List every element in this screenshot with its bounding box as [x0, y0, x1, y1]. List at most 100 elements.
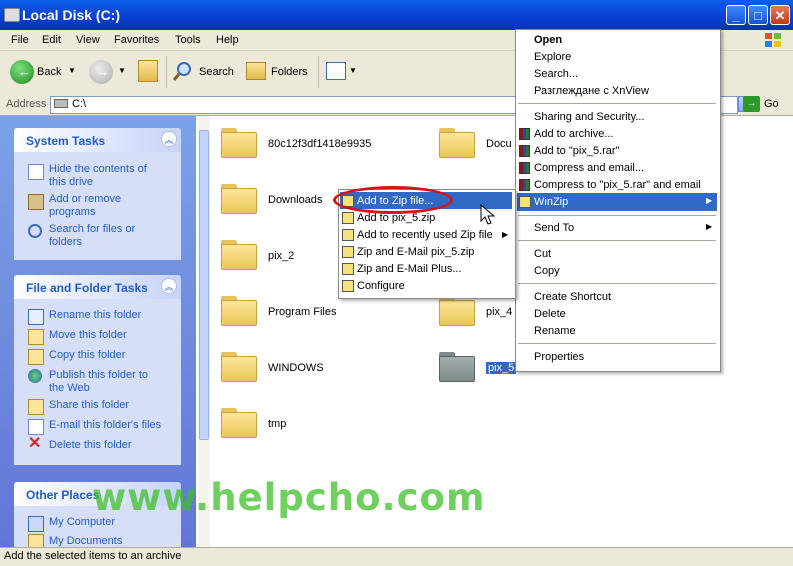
folder-icon[interactable] [221, 184, 257, 214]
address-label: Address [6, 98, 47, 110]
menu-separator [518, 343, 716, 344]
ctx-compress-email[interactable]: Compress and email... [534, 162, 644, 174]
collapse-icon[interactable]: ︽ [161, 131, 177, 147]
go-arrow-icon[interactable]: → [743, 96, 760, 112]
task-publish-folder[interactable]: Publish this folder to [49, 369, 148, 382]
search-icon[interactable] [172, 60, 194, 82]
task-publish-folder-cont[interactable]: the Web [49, 382, 90, 395]
views-dropdown-icon[interactable]: ▼ [349, 66, 357, 75]
move-icon [28, 329, 44, 345]
task-share-folder[interactable]: Share this folder [49, 399, 129, 412]
back-button[interactable]: Back [37, 66, 61, 78]
folder-icon[interactable] [221, 128, 257, 158]
toolbar-separator [318, 56, 319, 88]
task-move-folder[interactable]: Move this folder [49, 329, 127, 342]
folder-program-files[interactable]: Program Files [268, 306, 336, 318]
window-title: Local Disk (C:) [22, 7, 121, 23]
winzip-icon [342, 212, 354, 224]
sub-add-recent-zip[interactable]: Add to recently used Zip file [357, 229, 493, 241]
winrar-icon [519, 128, 530, 140]
task-hide-contents-cont[interactable]: this drive [49, 176, 93, 189]
menu-tools[interactable]: Tools [175, 34, 201, 46]
file-folder-tasks-header[interactable]: File and Folder Tasks ︽ [14, 275, 181, 299]
folder-icon[interactable] [221, 240, 257, 270]
folder-documents[interactable]: Docu [486, 138, 512, 150]
winzip-icon [342, 280, 354, 292]
task-hide-contents[interactable]: Hide the contents of [49, 163, 147, 176]
address-value: C:\ [72, 98, 87, 110]
ctx-send-to[interactable]: Send To [534, 222, 574, 234]
ctx-open[interactable]: Open [534, 34, 562, 46]
ctx-compress-rar-email[interactable]: Compress to "pix_5.rar" and email [534, 179, 701, 191]
collapse-icon[interactable]: ︽ [161, 278, 177, 294]
back-dropdown-icon[interactable]: ▼ [68, 66, 76, 75]
task-delete-folder[interactable]: Delete this folder [49, 439, 132, 452]
folders-icon[interactable] [246, 62, 266, 80]
task-search-files-cont[interactable]: folders [49, 236, 82, 249]
winzip-icon [342, 246, 354, 258]
views-icon[interactable] [326, 62, 346, 80]
task-add-remove-cont[interactable]: programs [49, 206, 95, 219]
task-rename-folder[interactable]: Rename this folder [49, 309, 141, 322]
folder-pix2[interactable]: pix_2 [268, 250, 294, 262]
folder-icon[interactable] [439, 128, 475, 158]
menu-favorites[interactable]: Favorites [114, 34, 159, 46]
folder-icon[interactable] [221, 352, 257, 382]
folder-pix4[interactable]: pix_4 [486, 306, 512, 318]
task-add-remove[interactable]: Add or remove [49, 193, 121, 206]
go-button[interactable]: Go [764, 98, 779, 110]
system-tasks-header[interactable]: System Tasks ︽ [14, 128, 181, 152]
task-email-files[interactable]: E-mail this folder's files [49, 419, 161, 432]
submenu-arrow-icon: ▶ [706, 222, 713, 231]
mouse-cursor-icon [480, 204, 496, 225]
folder-icon[interactable] [439, 296, 475, 326]
ctx-search[interactable]: Search... [534, 68, 578, 80]
folders-button[interactable]: Folders [271, 66, 308, 78]
maximize-button[interactable]: □ [748, 5, 768, 25]
sub-zip-email-plus[interactable]: Zip and E-Mail Plus... [357, 263, 462, 275]
search-button[interactable]: Search [199, 66, 234, 78]
sub-zip-email[interactable]: Zip and E-Mail pix_5.zip [357, 246, 474, 258]
folder-downloads[interactable]: Downloads [268, 194, 322, 206]
ctx-explore[interactable]: Explore [534, 51, 571, 63]
task-copy-folder[interactable]: Copy this folder [49, 349, 125, 362]
submenu-arrow-icon: ▶ [706, 196, 713, 205]
minimize-button[interactable]: _ [726, 5, 746, 25]
folder-tmp[interactable]: tmp [268, 418, 286, 430]
folder-icon[interactable] [221, 408, 257, 438]
task-search-files[interactable]: Search for files or [49, 223, 135, 236]
ctx-create-shortcut[interactable]: Create Shortcut [534, 291, 611, 303]
menu-file[interactable]: File [11, 34, 29, 46]
selected-folder-icon[interactable] [439, 352, 475, 382]
folder-windows[interactable]: WINDOWS [268, 362, 324, 374]
close-button[interactable]: ✕ [770, 5, 790, 25]
forward-glyph-icon: → [96, 64, 109, 79]
ctx-add-archive[interactable]: Add to archive... [534, 128, 614, 140]
file-folder-tasks-title: File and Folder Tasks [26, 281, 148, 295]
forward-dropdown-icon[interactable]: ▼ [118, 66, 126, 75]
search-files-icon [28, 224, 42, 238]
system-tasks-title: System Tasks [26, 134, 106, 148]
folder-icon[interactable] [221, 296, 257, 326]
ctx-properties[interactable]: Properties [534, 351, 584, 363]
ctx-sharing[interactable]: Sharing and Security... [534, 111, 644, 123]
ctx-copy[interactable]: Copy [534, 265, 560, 277]
drive-icon [54, 99, 68, 108]
winzip-icon [342, 263, 354, 275]
ctx-winzip[interactable]: WinZip [534, 196, 568, 208]
ctx-delete[interactable]: Delete [534, 308, 566, 320]
folder-pix5-selected[interactable]: pix_5 [486, 362, 517, 374]
menu-view[interactable]: View [76, 34, 100, 46]
sub-configure[interactable]: Configure [357, 280, 405, 292]
menu-help[interactable]: Help [216, 34, 239, 46]
add-remove-programs-icon [28, 194, 44, 210]
menu-edit[interactable]: Edit [42, 34, 61, 46]
ctx-add-rar[interactable]: Add to "pix_5.rar" [534, 145, 619, 157]
scrollbar-thumb[interactable] [199, 130, 209, 440]
ctx-xnview[interactable]: Разглеждане с XnView [534, 85, 649, 97]
ctx-rename[interactable]: Rename [534, 325, 576, 337]
folder-80c12f[interactable]: 80c12f3df1418e9935 [268, 138, 371, 150]
up-folder-icon[interactable] [138, 60, 158, 82]
menu-separator [518, 240, 716, 241]
ctx-cut[interactable]: Cut [534, 248, 551, 260]
